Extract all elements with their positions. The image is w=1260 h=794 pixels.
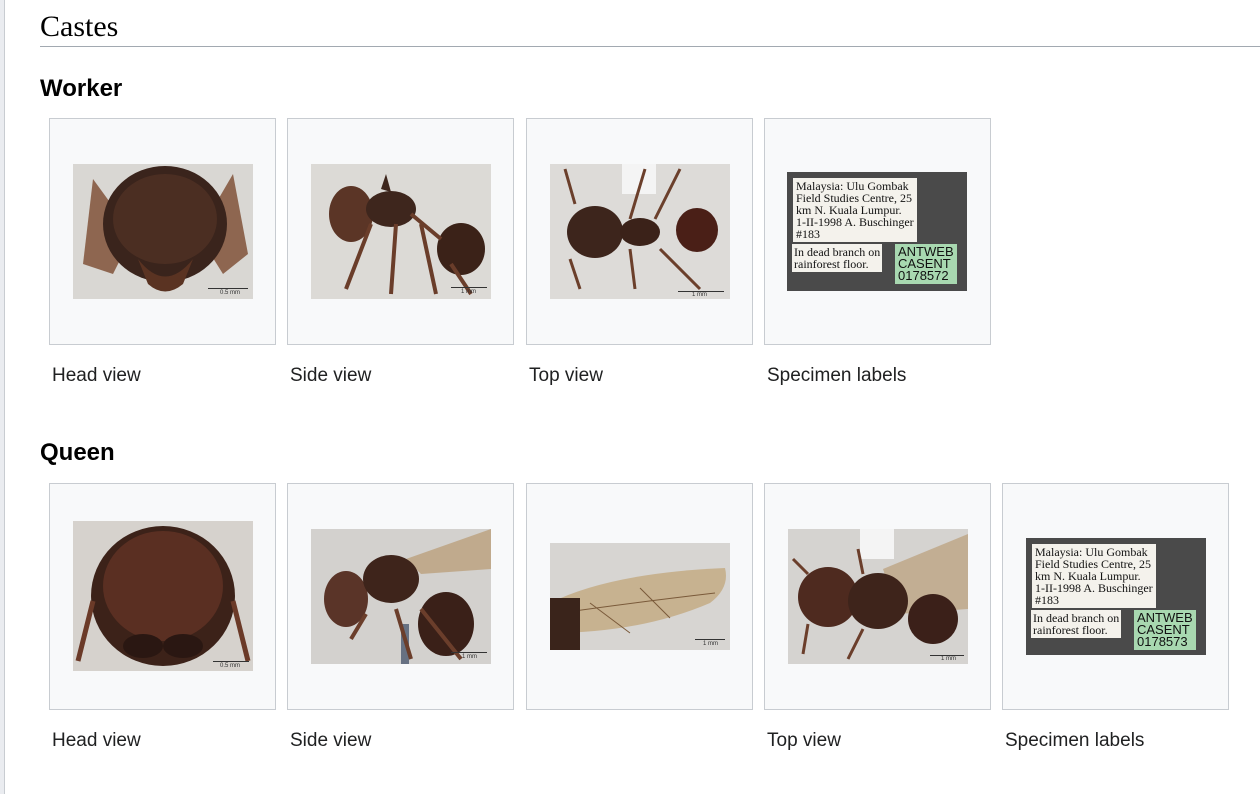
specimen-label-habitat: In dead branch on rainforest floor. (1031, 610, 1122, 638)
specimen-label-locality: Malaysia: Ulu Gombak Field Studies Centr… (793, 178, 917, 242)
scale-label: 0.5 mm (220, 663, 241, 669)
thumbnail-frame[interactable]: 1 mm (526, 118, 753, 345)
specimen-label-habitat: In dead branch on rainforest floor. (792, 244, 883, 272)
thumbnail-frame[interactable]: 1 mm (526, 483, 753, 710)
gallery-tile: 1 mm Side view (287, 118, 514, 386)
caption-head-view: Head view (52, 730, 141, 751)
specimen-label-locality: Malaysia: Ulu Gombak Field Studies Centr… (1032, 544, 1156, 608)
thumbnail-frame[interactable]: Malaysia: Ulu Gombak Field Studies Centr… (1002, 483, 1229, 710)
caption-side-view: Side view (290, 365, 372, 386)
section-title: Castes (40, 10, 119, 43)
scale-label: 1 mm (461, 289, 476, 295)
scale-label: 1 mm (692, 292, 707, 298)
scale-label: 1 mm (703, 641, 718, 647)
page-left-border (0, 0, 5, 794)
gallery-tile: Malaysia: Ulu Gombak Field Studies Centr… (764, 118, 991, 386)
ant-worker-head-image[interactable]: 0.5 mm (73, 164, 253, 299)
ant-queen-head-image[interactable]: 0.5 mm (73, 521, 253, 671)
caption-side-view: Side view (290, 730, 372, 751)
ant-queen-wing-image[interactable]: 1 mm (550, 543, 730, 650)
gallery-tile: Malaysia: Ulu Gombak Field Studies Centr… (1002, 483, 1229, 751)
caption-top-view: Top view (767, 730, 841, 751)
thumbnail-frame[interactable]: 1 mm (287, 118, 514, 345)
section-divider (40, 46, 1260, 47)
thumbnail-frame[interactable]: Malaysia: Ulu Gombak Field Studies Centr… (764, 118, 991, 345)
specimen-labels-image[interactable]: Malaysia: Ulu Gombak Field Studies Centr… (1026, 538, 1206, 655)
ant-worker-top-image[interactable]: 1 mm (550, 164, 730, 299)
scale-label: 1 mm (941, 656, 956, 662)
queen-heading: Queen (40, 439, 115, 466)
ant-queen-top-image[interactable]: 1 mm (788, 529, 968, 664)
gallery-tile: 1 mm (526, 483, 753, 710)
thumbnail-frame[interactable]: 0.5 mm (49, 483, 276, 710)
thumbnail-frame[interactable]: 1 mm (764, 483, 991, 710)
caption-head-view: Head view (52, 365, 141, 386)
ant-worker-side-image[interactable]: 1 mm (311, 164, 491, 299)
scale-label: 1 mm (462, 654, 477, 660)
thumbnail-frame[interactable]: 0.5 mm (49, 118, 276, 345)
caption-top-view: Top view (529, 365, 603, 386)
gallery-tile: 1 mm Side view (287, 483, 514, 751)
gallery-tile: 1 mm Top view (764, 483, 991, 751)
gallery-tile: 1 mm Top view (526, 118, 753, 386)
worker-heading: Worker (40, 75, 123, 102)
caption-specimen-labels: Specimen labels (767, 365, 907, 386)
specimen-labels-image[interactable]: Malaysia: Ulu Gombak Field Studies Centr… (787, 172, 967, 291)
scale-label: 0.5 mm (220, 290, 241, 296)
ant-queen-side-image[interactable]: 1 mm (311, 529, 491, 664)
specimen-label-code: ANTWEB CASENT 0178573 (1134, 610, 1196, 650)
specimen-label-code: ANTWEB CASENT 0178572 (895, 244, 957, 284)
caption-specimen-labels: Specimen labels (1005, 730, 1145, 751)
thumbnail-frame[interactable]: 1 mm (287, 483, 514, 710)
gallery-tile: 0.5 mm Head view (49, 118, 276, 386)
gallery-tile: 0.5 mm Head view (49, 483, 276, 751)
